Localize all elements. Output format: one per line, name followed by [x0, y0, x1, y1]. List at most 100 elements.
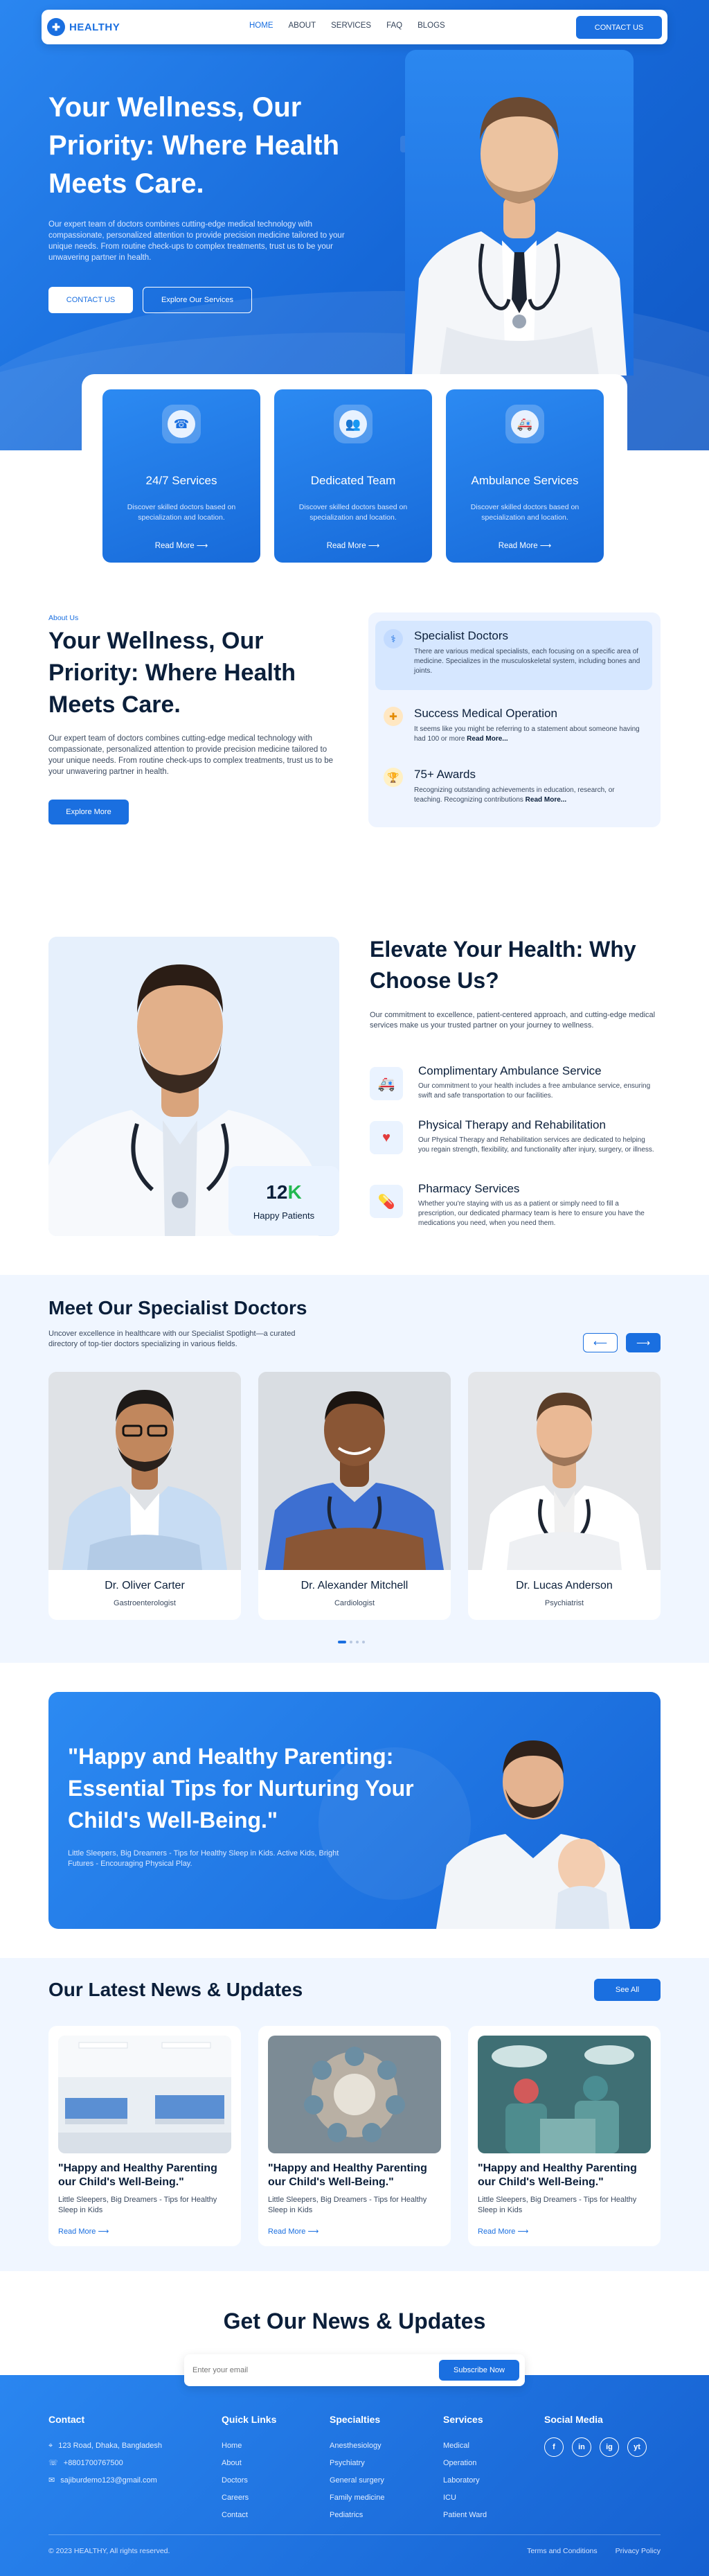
- footer-contact: Contact ⌖ 123 Road, Dhaka, Bangladesh ☏ +8…: [48, 2414, 162, 2489]
- footer-link[interactable]: General surgery: [330, 2472, 384, 2489]
- facebook-icon[interactable]: f: [544, 2437, 564, 2457]
- doctor-illustration: [258, 1372, 451, 1570]
- about-title: Your Wellness, Our Priority: Where Healt…: [48, 628, 296, 718]
- phone-text: +8801700767500: [63, 2459, 123, 2467]
- news-card[interactable]: "Happy and Healthy Parenting our Child's…: [48, 2026, 241, 2246]
- operating-room-illustration: [478, 2036, 651, 2153]
- feature-awards: 🏆 75+ Awards Recognizing outstanding ach…: [375, 759, 652, 815]
- nav-item-faq[interactable]: FAQ: [386, 21, 402, 30]
- doctor-card[interactable]: Dr. Oliver Carter Gastroenterologist: [48, 1372, 241, 1620]
- footer-link[interactable]: ICU: [443, 2489, 487, 2507]
- subscribe-button[interactable]: Subscribe Now: [439, 2360, 519, 2381]
- arrow-right-icon: ⟶: [196, 542, 208, 550]
- arrow-right-icon: ⟶: [539, 542, 552, 550]
- footer-specialties: Specialties Anesthesiology Psychiatry Ge…: [330, 2414, 384, 2524]
- footer-services: Services Medical Operation Laboratory IC…: [443, 2414, 487, 2524]
- nav-item-blogs[interactable]: BLOGS: [418, 21, 445, 30]
- service-read-more-link[interactable]: Read More ⟶: [102, 540, 260, 550]
- feature-description: Recognizing outstanding achievements in …: [414, 786, 644, 805]
- read-more-label: Read More: [478, 2227, 516, 2236]
- service-icon-wrap: 👥: [334, 405, 373, 443]
- footer-link[interactable]: Anesthesiology: [330, 2437, 384, 2455]
- service-read-more-link[interactable]: Read More ⟶: [446, 540, 604, 550]
- logo[interactable]: ✚ HEALTHY: [47, 18, 120, 36]
- newsletter-email-input[interactable]: [192, 2363, 421, 2378]
- pharmacy-icon: 💊: [370, 1185, 403, 1218]
- about-description: Our expert team of doctors combines cutt…: [48, 734, 334, 776]
- terms-link[interactable]: Terms and Conditions: [527, 2547, 598, 2555]
- footer-link[interactable]: Patient Ward: [443, 2507, 487, 2524]
- doctor-illustration: [412, 97, 627, 376]
- address-text: 123 Road, Dhaka, Bangladesh: [58, 2442, 163, 2450]
- pagination-dot-active[interactable]: [338, 1641, 346, 1643]
- page: ✚ HEALTHY HOME ABOUT SERVICES FAQ BLOGS …: [0, 0, 709, 2576]
- doctor-photo: [258, 1372, 451, 1570]
- arrow-right-icon: ⟶: [636, 1336, 651, 1348]
- news-card-title: "Happy and Healthy Parenting our Child's…: [58, 2162, 217, 2188]
- footer-link[interactable]: Family medicine: [330, 2489, 384, 2507]
- footer-link[interactable]: Doctors: [222, 2472, 276, 2489]
- footer-address: ⌖ 123 Road, Dhaka, Bangladesh: [48, 2437, 162, 2455]
- hero-explore-button[interactable]: Explore Our Services: [143, 287, 252, 313]
- location-pin-icon: ⌖: [48, 2442, 53, 2450]
- footer-link[interactable]: Careers: [222, 2489, 276, 2507]
- explore-more-button[interactable]: Explore More: [48, 800, 129, 824]
- stat-value: 12: [266, 1181, 288, 1203]
- carousel-prev-button[interactable]: ⟵: [583, 1333, 618, 1352]
- pagination-dot[interactable]: [362, 1641, 365, 1643]
- feature-read-more-link[interactable]: Read More...: [467, 735, 508, 743]
- linkedin-icon[interactable]: in: [572, 2437, 591, 2457]
- doctor-name: Dr. Alexander Mitchell: [300, 1580, 409, 1591]
- why-item-title: Pharmacy Services: [418, 1182, 520, 1195]
- instagram-icon[interactable]: ig: [600, 2437, 619, 2457]
- footer-link[interactable]: Contact: [222, 2507, 276, 2524]
- carousel-next-button[interactable]: ⟶: [626, 1333, 661, 1352]
- footer-legal-links: Terms and Conditions Privacy Policy: [527, 2547, 661, 2555]
- email-text: sajiburdemo123@gmail.com: [60, 2476, 157, 2485]
- pagination-dot[interactable]: [356, 1641, 359, 1643]
- nav-item-home[interactable]: HOME: [249, 21, 273, 30]
- surgeons-circle-illustration: [268, 2036, 441, 2153]
- footer-link[interactable]: Psychiatry: [330, 2455, 384, 2472]
- doctor-card[interactable]: Dr. Alexander Mitchell Cardiologist: [258, 1372, 451, 1620]
- logo-icon: ✚: [47, 18, 65, 36]
- pagination-dot[interactable]: [350, 1641, 352, 1643]
- news-read-more-link[interactable]: Read More ⟶: [58, 2227, 109, 2236]
- news-card[interactable]: "Happy and Healthy Parenting our Child's…: [468, 2026, 661, 2246]
- news-read-more-link[interactable]: Read More ⟶: [478, 2227, 528, 2236]
- feature-read-more-link[interactable]: Read More...: [526, 796, 566, 804]
- nav-item-about[interactable]: ABOUT: [289, 21, 316, 30]
- privacy-link[interactable]: Privacy Policy: [616, 2547, 661, 2555]
- service-read-more-link[interactable]: Read More ⟶: [274, 540, 432, 550]
- phone-icon: ☏: [48, 2459, 58, 2467]
- footer-link[interactable]: Medical: [443, 2437, 487, 2455]
- footer-link[interactable]: Home: [222, 2437, 276, 2455]
- footer-email[interactable]: ✉ sajiburdemo123@gmail.com: [48, 2472, 162, 2489]
- feature-description-text: It seems like you might be referring to …: [414, 725, 640, 743]
- hero-contact-button[interactable]: CONTACT US: [48, 287, 133, 313]
- footer-link[interactable]: Laboratory: [443, 2472, 487, 2489]
- ambulance-icon: 🚑: [370, 1067, 403, 1100]
- happy-patients-card: 12K Happy Patients: [228, 1166, 339, 1235]
- nav-item-services[interactable]: SERVICES: [331, 21, 371, 30]
- doctor-card[interactable]: Dr. Lucas Anderson Psychiatrist: [468, 1372, 661, 1620]
- nav-contact-button[interactable]: CONTACT US: [576, 16, 662, 39]
- footer-heading: Specialties: [330, 2414, 381, 2425]
- doctor-role: Cardiologist: [334, 1599, 375, 1607]
- news-read-more-link[interactable]: Read More ⟶: [268, 2227, 318, 2236]
- see-all-button[interactable]: See All: [594, 1979, 661, 2001]
- why-item-description: Our commitment to your health includes a…: [418, 1082, 651, 1100]
- feature-specialist-doctors: ⚕ Specialist Doctors There are various m…: [375, 621, 652, 690]
- service-card-24-7[interactable]: ☎ 24/7 Services Discover skilled doctors…: [102, 389, 260, 563]
- footer-link[interactable]: Operation: [443, 2455, 487, 2472]
- service-icon-wrap: 🚑: [505, 405, 544, 443]
- news-card[interactable]: "Happy and Healthy Parenting our Child's…: [258, 2026, 451, 2246]
- youtube-icon[interactable]: yt: [627, 2437, 647, 2457]
- service-card-ambulance[interactable]: 🚑 Ambulance Services Discover skilled do…: [446, 389, 604, 563]
- footer-link[interactable]: About: [222, 2455, 276, 2472]
- service-title: Dedicated Team: [310, 474, 396, 487]
- footer-phone[interactable]: ☏ +8801700767500: [48, 2455, 162, 2472]
- footer-link[interactable]: Pediatrics: [330, 2507, 384, 2524]
- feature-title: 75+ Awards: [414, 768, 476, 781]
- service-card-dedicated-team[interactable]: 👥 Dedicated Team Discover skilled doctor…: [274, 389, 432, 563]
